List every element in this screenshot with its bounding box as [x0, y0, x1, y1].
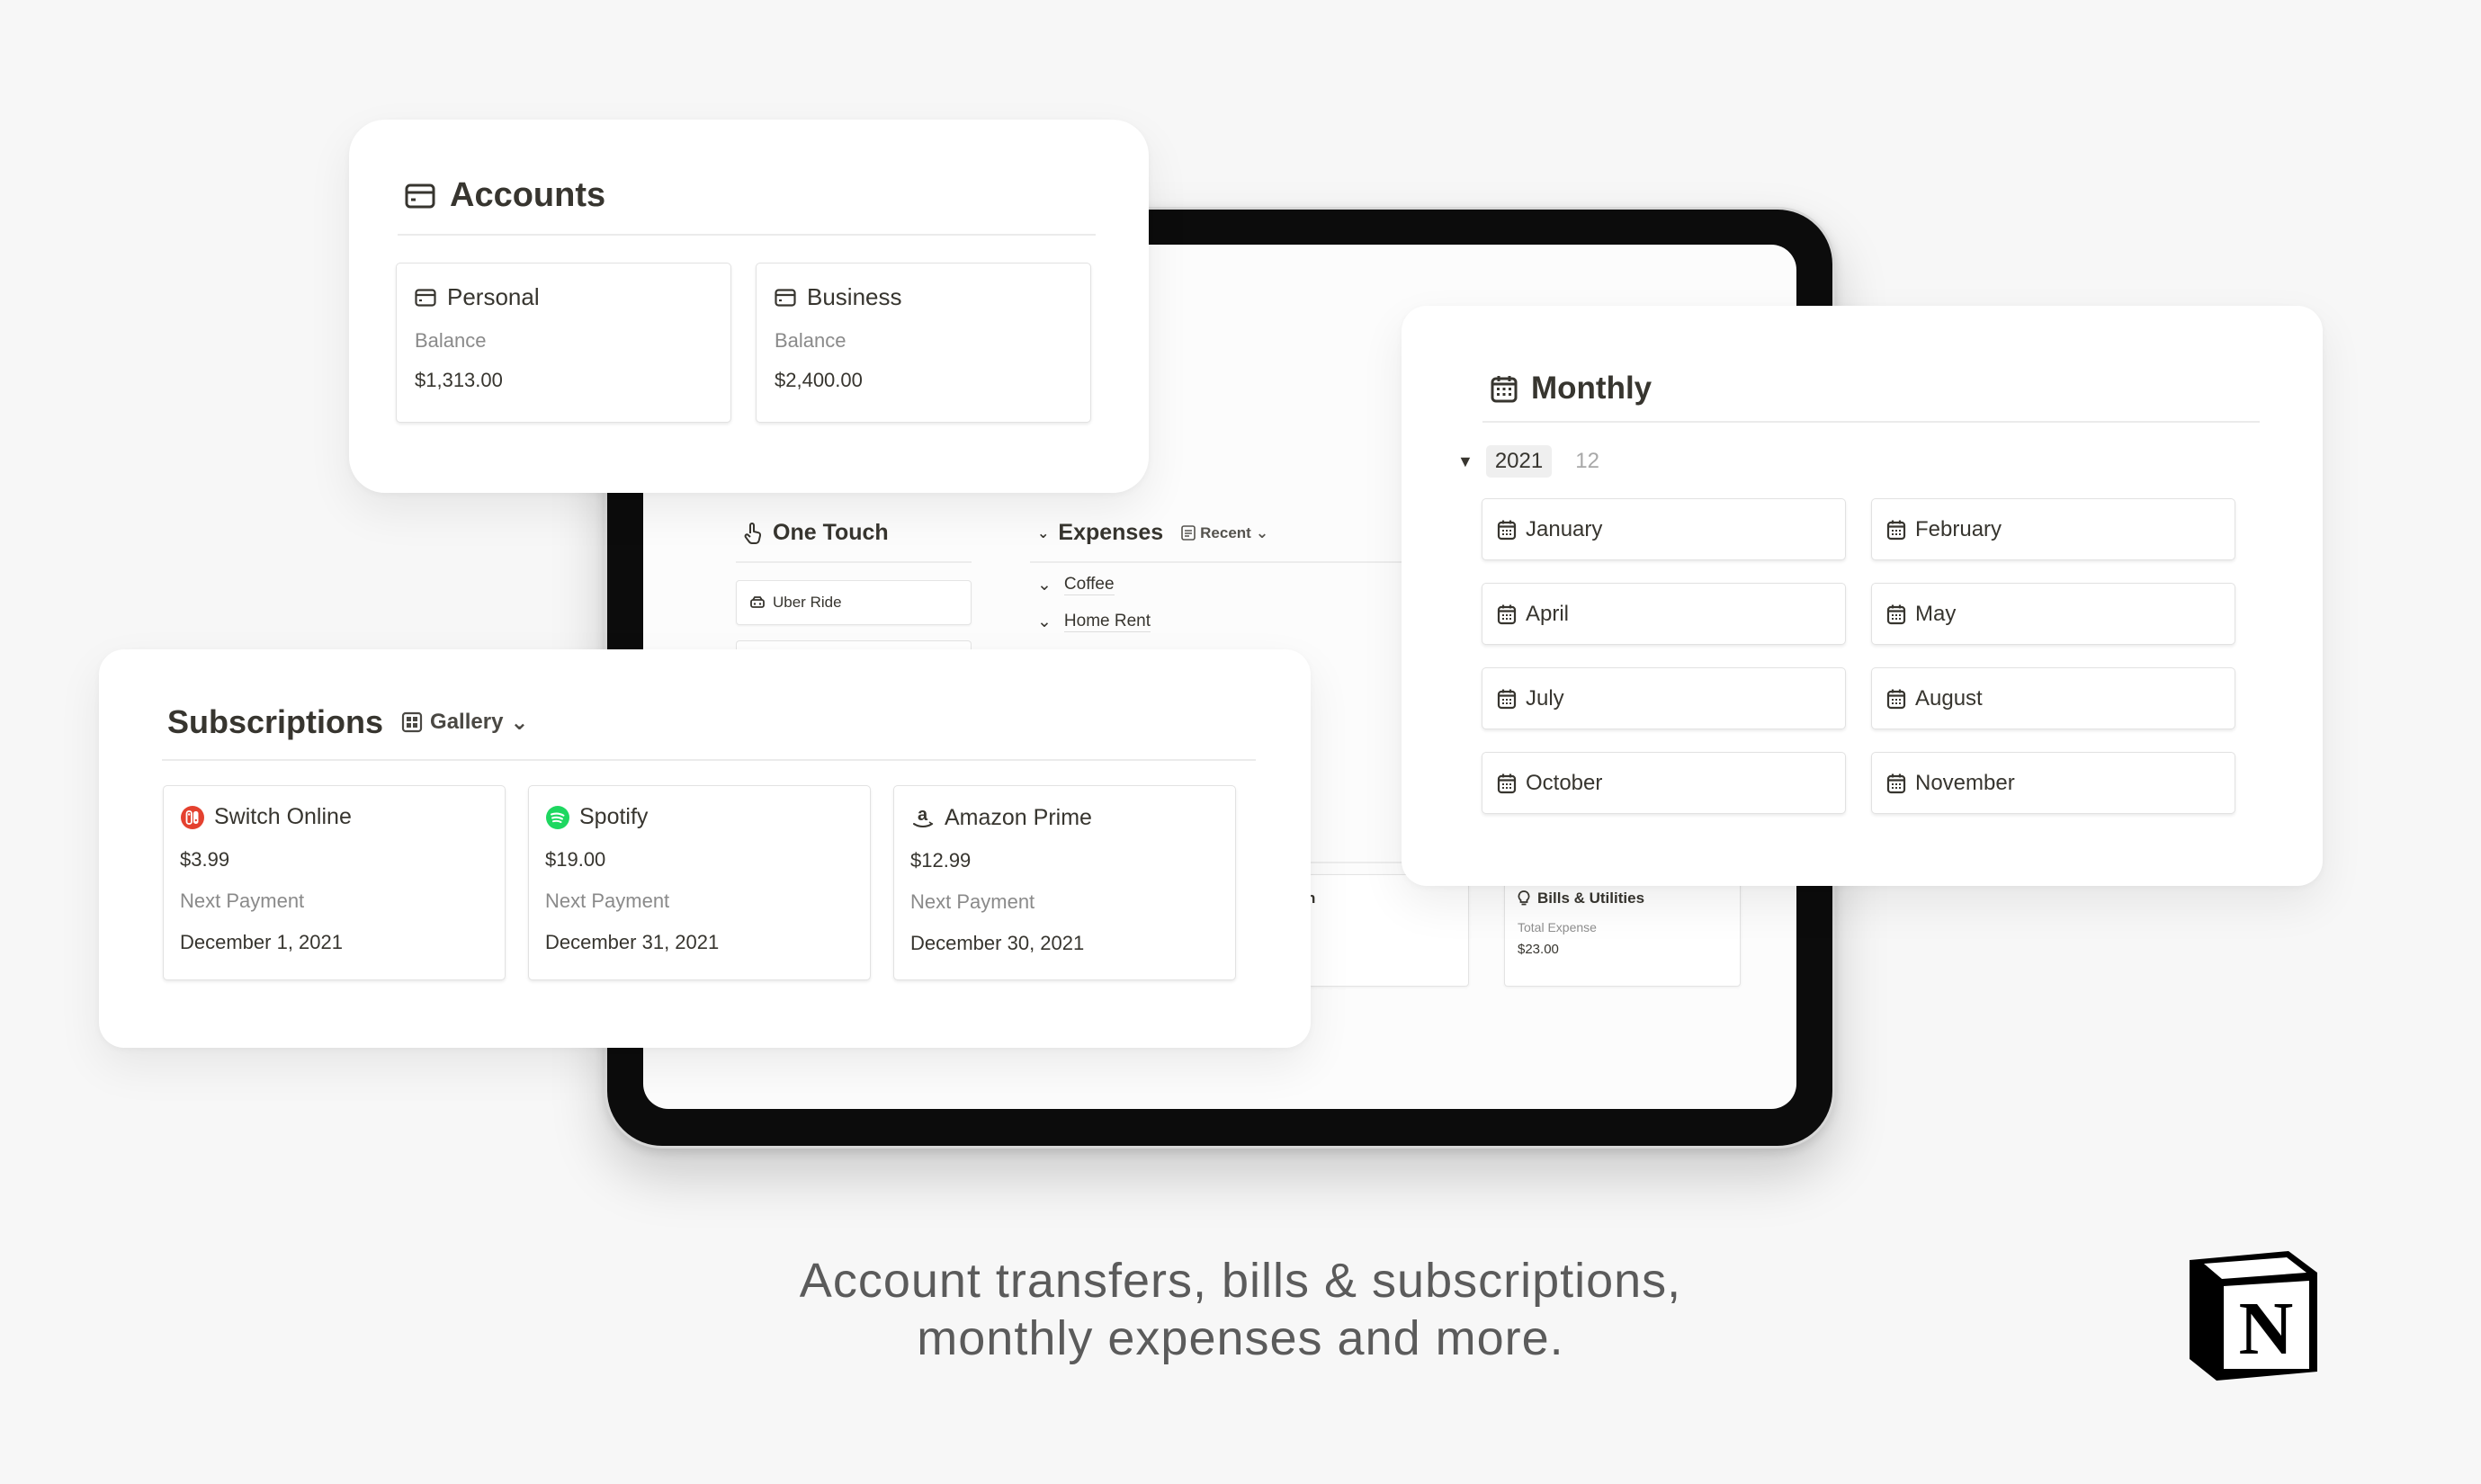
- category-card[interactable]: Bills & Utilities Total Expense $23.00: [1504, 874, 1741, 987]
- divider: [162, 759, 1256, 761]
- group-year: 2021: [1485, 445, 1553, 478]
- credit-card-icon: [775, 288, 796, 307]
- credit-card-icon: [415, 288, 436, 307]
- calendar-icon: [1886, 519, 1906, 541]
- calendar-icon: [1886, 773, 1906, 794]
- accounts-heading: Accounts: [405, 176, 605, 215]
- group-count: 12: [1575, 449, 1599, 473]
- chevron-down-icon: ⌄: [1037, 612, 1052, 631]
- accounts-panel: Accounts Personal Balance $1,313.00 Busi…: [349, 120, 1149, 493]
- triangle-down-icon[interactable]: ▼: [1457, 452, 1473, 471]
- subscription-card[interactable]: a Amazon Prime $12.99 Next Payment Decem…: [893, 785, 1236, 980]
- month-card[interactable]: August: [1871, 667, 2235, 729]
- expense-group[interactable]: ⌄ Coffee: [1037, 575, 1115, 595]
- divider: [1482, 421, 2260, 423]
- list-view-icon: [1181, 525, 1196, 541]
- subscription-card[interactable]: Spotify $19.00 Next Payment December 31,…: [528, 785, 871, 980]
- subscription-card[interactable]: Switch Online $3.99 Next Payment Decembe…: [163, 785, 506, 980]
- month-card[interactable]: April: [1482, 583, 1846, 645]
- credit-card-icon: [405, 183, 435, 209]
- month-card[interactable]: May: [1871, 583, 2235, 645]
- chevron-down-icon: ⌄: [510, 710, 529, 735]
- chevron-down-icon: ⌄: [1037, 576, 1052, 594]
- tagline: Account transfers, bills & subscriptions…: [799, 1254, 1682, 1365]
- month-card[interactable]: January: [1482, 498, 1846, 560]
- expenses-heading: ⌄ Expenses Recent ⌄: [1037, 520, 1269, 545]
- account-card-business[interactable]: Business Balance $2,400.00: [756, 263, 1091, 423]
- svg-text:N: N: [2239, 1287, 2294, 1371]
- subscriptions-heading: Subscriptions Gallery ⌄: [167, 703, 529, 740]
- monthly-panel: Monthly ▼ 2021 12 January February April Ma…: [1402, 306, 2323, 886]
- svg-text:a: a: [918, 805, 928, 825]
- one-touch-heading: One Touch: [742, 520, 889, 546]
- expense-group[interactable]: ⌄ Home Rent: [1037, 612, 1151, 632]
- monthly-heading: Monthly: [1490, 371, 1652, 407]
- spotify-icon: [545, 805, 570, 830]
- calendar-icon: [1886, 603, 1906, 625]
- lightbulb-icon: [1518, 890, 1530, 907]
- calendar-icon: [1497, 688, 1517, 710]
- subscriptions-panel: Subscriptions Gallery ⌄ Switch Online $3…: [99, 649, 1311, 1048]
- car-icon: [749, 595, 766, 610]
- month-card[interactable]: February: [1871, 498, 2235, 560]
- divider: [398, 234, 1096, 236]
- notion-logo-icon: N: [2181, 1237, 2326, 1386]
- month-card[interactable]: October: [1482, 752, 1846, 814]
- month-card[interactable]: November: [1871, 752, 2235, 814]
- view-selector[interactable]: Recent ⌄: [1181, 524, 1268, 542]
- group-header[interactable]: ▼ 2021 12: [1457, 445, 1599, 478]
- hand-pointer-icon: [742, 522, 764, 545]
- amazon-icon: a: [910, 804, 936, 831]
- calendar-icon: [1886, 688, 1906, 710]
- divider: [736, 561, 972, 563]
- account-card-personal[interactable]: Personal Balance $1,313.00: [396, 263, 731, 423]
- view-selector[interactable]: Gallery ⌄: [401, 710, 529, 736]
- month-card[interactable]: July: [1482, 667, 1846, 729]
- chevron-down-icon: ⌄: [1255, 523, 1269, 541]
- calendar-icon: [1497, 519, 1517, 541]
- gallery-view-icon: [401, 711, 423, 733]
- nintendo-switch-icon: [180, 805, 205, 830]
- calendar-icon: [1490, 374, 1518, 403]
- calendar-icon: [1497, 603, 1517, 625]
- calendar-icon: [1497, 773, 1517, 794]
- chevron-down-icon[interactable]: ⌄: [1037, 524, 1049, 542]
- one-touch-item[interactable]: Uber Ride: [736, 580, 972, 625]
